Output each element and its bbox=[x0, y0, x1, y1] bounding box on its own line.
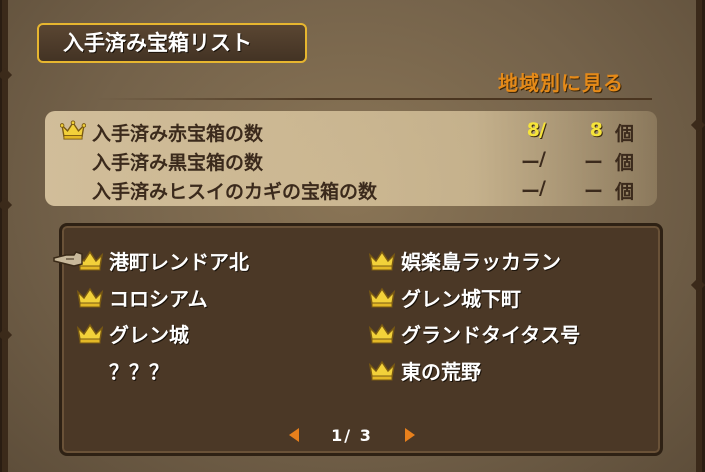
summary-label: 入手済み赤宝箱の数 bbox=[92, 123, 264, 145]
summary-total-count: ー bbox=[583, 152, 603, 174]
summary-slash: / bbox=[539, 119, 546, 141]
page-title: 入手済み宝箱リスト bbox=[37, 23, 307, 63]
location-name: コロシアム bbox=[109, 287, 208, 311]
summary-got-count: ー bbox=[520, 152, 540, 174]
summary-row-jade-key-chests: 入手済みヒスイのカギの宝箱の数 ー / ー 個 bbox=[45, 173, 657, 203]
crown-icon bbox=[60, 120, 86, 140]
summary-unit: 個 bbox=[615, 181, 635, 203]
crown-icon bbox=[368, 287, 396, 308]
summary-row-black-chests: 入手済み黒宝箱の数 ー / ー 個 bbox=[45, 144, 657, 174]
summary-unit: 個 bbox=[615, 123, 635, 145]
location-name: 娯楽島ラッカラン bbox=[401, 250, 561, 274]
location-name: グレン城下町 bbox=[401, 287, 521, 311]
hand-pointer-icon bbox=[53, 251, 83, 267]
location-name: グレン城 bbox=[109, 323, 189, 347]
location-name: 港町レンドア北 bbox=[109, 250, 249, 274]
summary-row-red-chests: 入手済み赤宝箱の数 8 / 8 個 bbox=[45, 115, 657, 145]
location-name: グランドタイタス号 bbox=[401, 323, 581, 347]
summary-label: 入手済みヒスイのカギの宝箱の数 bbox=[92, 181, 378, 203]
summary-total-count: 8 bbox=[589, 119, 603, 141]
treasure-summary-panel: 入手済み赤宝箱の数 8 / 8 個 入手済み黒宝箱の数 ー / ー 個 入手済み… bbox=[45, 111, 657, 206]
crown-icon bbox=[76, 287, 104, 308]
location-name: ？？？ bbox=[109, 360, 169, 384]
summary-total-count: ー bbox=[583, 181, 603, 203]
crown-icon bbox=[368, 250, 396, 271]
summary-got-count: ー bbox=[520, 181, 540, 203]
view-by-region-button[interactable]: 地域別に見る bbox=[498, 67, 624, 96]
arrow-left-icon[interactable] bbox=[289, 428, 299, 442]
crown-icon bbox=[76, 323, 104, 344]
arrow-right-icon[interactable] bbox=[405, 428, 415, 442]
pagination: 1/ 3 bbox=[283, 426, 423, 448]
summary-label: 入手済み黒宝箱の数 bbox=[92, 152, 264, 174]
crown-icon bbox=[368, 360, 396, 381]
divider bbox=[96, 98, 652, 100]
page-indicator: 1/ 3 bbox=[331, 426, 373, 445]
location-name: 東の荒野 bbox=[401, 360, 481, 384]
crown-icon bbox=[368, 323, 396, 344]
summary-unit: 個 bbox=[615, 152, 635, 174]
summary-got-count: 8 bbox=[526, 119, 540, 141]
summary-slash: / bbox=[539, 177, 546, 199]
summary-slash: / bbox=[539, 148, 546, 170]
